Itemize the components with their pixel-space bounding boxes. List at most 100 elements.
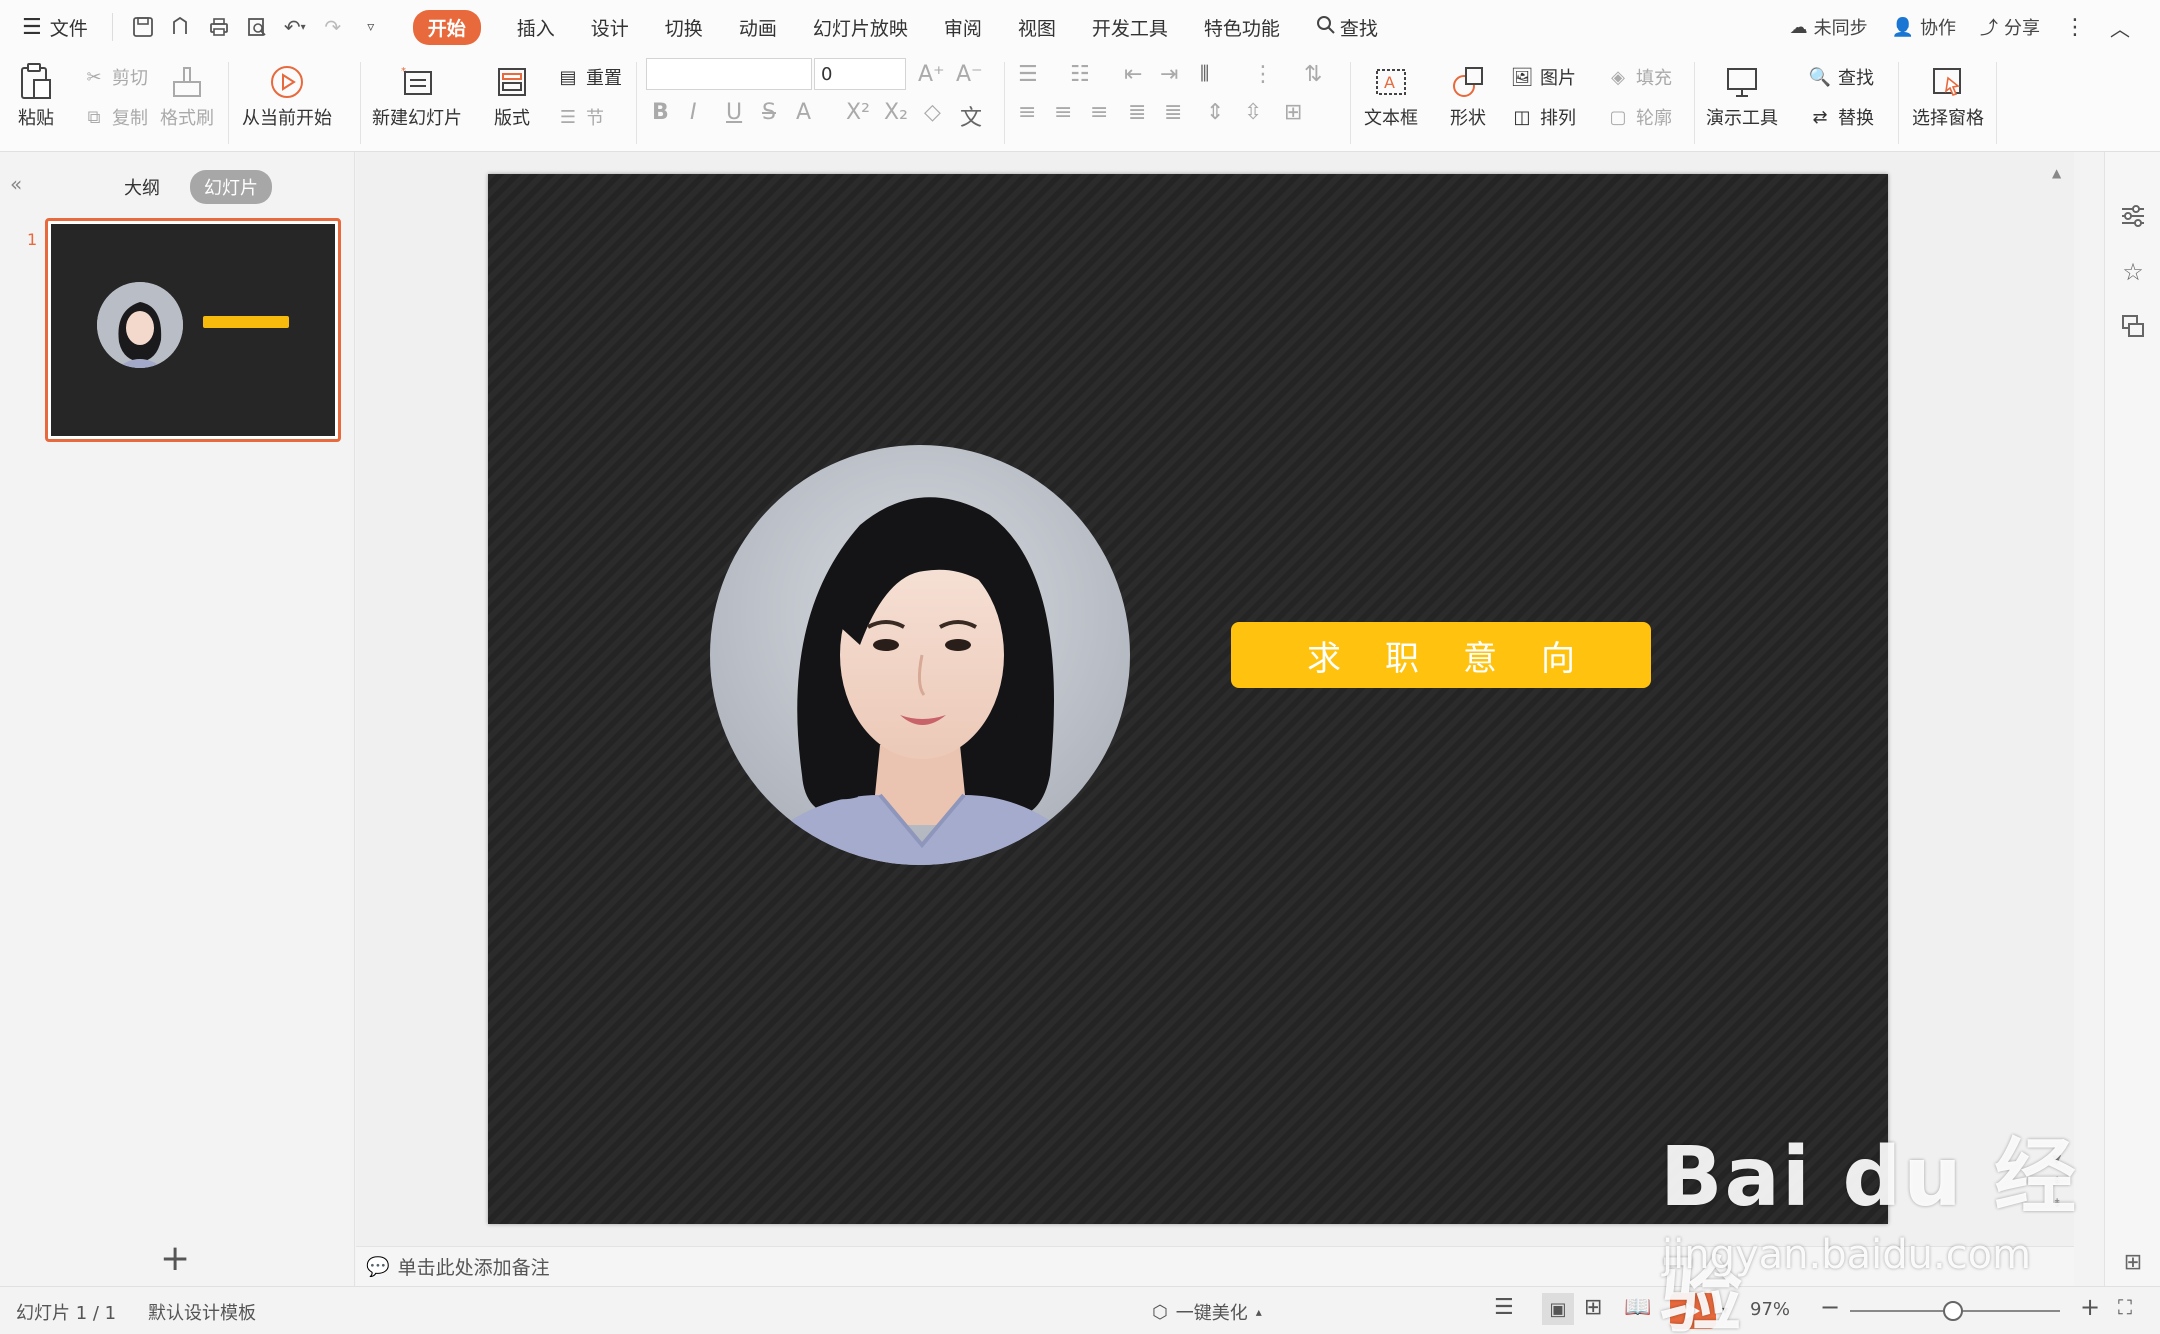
animation-star-icon[interactable]: ☆: [2117, 256, 2149, 288]
ribbon: 粘贴 ✂ 剪切 ⧉ 复制 格式刷 从当前开始 * 新建幻灯片 版式 ▤ 重置 ☰…: [0, 54, 2160, 152]
transition-icon[interactable]: [2117, 310, 2149, 342]
tab-special[interactable]: 特色功能: [1186, 0, 1298, 54]
present-tools-button[interactable]: 演示工具: [1706, 60, 1778, 130]
normal-view-icon[interactable]: ▣: [1542, 1293, 1574, 1325]
format-painter-button[interactable]: 格式刷: [160, 60, 214, 130]
find-button[interactable]: 🔍 查找: [1808, 64, 1874, 90]
tab-view[interactable]: 视图: [1000, 0, 1074, 54]
fill-button[interactable]: ◈ 填充: [1606, 64, 1672, 90]
undo-icon[interactable]: ↶ ▾: [279, 11, 311, 43]
template-name[interactable]: 默认设计模板: [148, 1299, 256, 1325]
bullet-list-icon[interactable]: ☰: [1018, 62, 1038, 87]
file-menu[interactable]: ☰ 文件: [0, 0, 106, 54]
font-name-dropdown[interactable]: [646, 58, 812, 90]
add-slide-icon[interactable]: +: [160, 1238, 190, 1279]
tab-slides[interactable]: 幻灯片: [190, 170, 272, 204]
copy-button[interactable]: ⧉ 复制: [82, 104, 148, 130]
align-text-icon[interactable]: ⇳: [1244, 100, 1262, 125]
search-command[interactable]: 查找: [1298, 0, 1396, 54]
tab-transition[interactable]: 切换: [647, 0, 721, 54]
new-slide-button[interactable]: * 新建幻灯片: [372, 60, 462, 130]
font-color-icon[interactable]: A: [796, 100, 811, 125]
paste-button[interactable]: 粘贴: [14, 60, 58, 130]
subscript-icon[interactable]: X₂: [884, 100, 908, 125]
sync-status[interactable]: ☁ 未同步: [1780, 14, 1878, 40]
slide-thumbnail[interactable]: [45, 218, 341, 442]
increase-indent-icon[interactable]: ⇥: [1160, 62, 1178, 87]
align-center-icon[interactable]: ≡: [1054, 100, 1072, 125]
reading-view-icon[interactable]: 📖: [1624, 1295, 1651, 1320]
numbered-list-icon[interactable]: ☷: [1070, 62, 1090, 87]
print-icon[interactable]: [203, 11, 235, 43]
replace-button[interactable]: ⇄ 替换: [1808, 104, 1874, 130]
slide-canvas[interactable]: 求职意向: [488, 174, 1888, 1224]
decrease-indent-icon[interactable]: ⇤: [1124, 62, 1142, 87]
picture-button[interactable]: 🖼 图片: [1510, 64, 1576, 90]
outline-button[interactable]: ▢ 轮廓: [1606, 104, 1672, 130]
tab-review[interactable]: 审阅: [926, 0, 1000, 54]
menu-bar: ☰ 文件 ↶ ▾ ↷ ▿ 开始 插入 设计 切换 动画 幻灯片放映 审阅 视图 开…: [0, 0, 2160, 54]
cut-button[interactable]: ✂ 剪切: [82, 64, 148, 90]
paragraph-spacing-icon[interactable]: ⇕: [1206, 100, 1224, 125]
section-button[interactable]: ☰ 节: [556, 104, 604, 130]
slide-title-bar[interactable]: 求职意向: [1231, 622, 1651, 688]
align-left-icon[interactable]: ≡: [1018, 100, 1036, 125]
tab-animation[interactable]: 动画: [721, 0, 795, 54]
char-spacing-icon[interactable]: 文: [960, 100, 982, 132]
from-current-button[interactable]: 从当前开始: [242, 60, 332, 130]
underline-icon[interactable]: U: [726, 100, 742, 125]
shrink-font-icon[interactable]: A⁻: [956, 62, 983, 87]
properties-icon[interactable]: [2117, 200, 2149, 232]
redo-icon[interactable]: ↷: [317, 11, 349, 43]
grow-font-icon[interactable]: A⁺: [918, 62, 945, 87]
replace-label: 替换: [1838, 108, 1874, 129]
text-direction-icon[interactable]: ⇅: [1304, 62, 1322, 87]
notes-icon: 💬: [366, 1256, 390, 1278]
arrange-button[interactable]: ◫ 排列: [1510, 104, 1576, 130]
distribute-icon[interactable]: ≣: [1164, 100, 1182, 125]
scroll-up-icon[interactable]: ▲: [2052, 166, 2061, 180]
tab-outline[interactable]: 大纲: [110, 170, 174, 204]
shape-button[interactable]: 形状: [1446, 60, 1490, 130]
replace-icon: ⇄: [1812, 106, 1828, 128]
tab-insert-label: 插入: [516, 17, 555, 40]
more-icon[interactable]: ⋮: [2054, 15, 2096, 40]
collab-button[interactable]: 👤 协作: [1882, 14, 1966, 40]
tab-animation-label: 动画: [738, 17, 777, 40]
export-icon[interactable]: [165, 11, 197, 43]
strikethrough-icon[interactable]: S: [762, 100, 776, 125]
print-preview-icon[interactable]: [241, 11, 273, 43]
layout-button[interactable]: 版式: [490, 60, 534, 130]
tab-design[interactable]: 设计: [573, 0, 647, 54]
share-button[interactable]: ⤴ 分享: [1970, 14, 2050, 40]
tab-developer-label: 开发工具: [1091, 17, 1168, 40]
save-icon[interactable]: [127, 11, 159, 43]
tab-home[interactable]: 开始: [395, 0, 499, 54]
tab-developer[interactable]: 开发工具: [1074, 0, 1186, 54]
tab-insert[interactable]: 插入: [499, 0, 573, 54]
clear-format-icon[interactable]: ◇: [924, 100, 941, 125]
portrait-image[interactable]: [710, 445, 1130, 865]
vertical-scrollbar[interactable]: ▲ ▼ ⇞ ⇟: [2046, 152, 2074, 1246]
reset-button[interactable]: ▤ 重置: [556, 64, 622, 90]
columns-icon[interactable]: ⫴: [1200, 62, 1209, 87]
notes-toggle-icon[interactable]: ☰: [1494, 1295, 1514, 1320]
superscript-icon[interactable]: X²: [846, 100, 870, 125]
align-right-icon[interactable]: ≡: [1090, 100, 1108, 125]
line-spacing-icon[interactable]: ⋮: [1252, 62, 1274, 87]
paint-bucket-icon: ◈: [1611, 66, 1625, 88]
cut-label: 剪切: [112, 68, 148, 89]
textbox-button[interactable]: A 文本框: [1364, 60, 1418, 130]
tab-slideshow[interactable]: 幻灯片放映: [795, 0, 926, 54]
customize-qat-icon[interactable]: ▿: [355, 11, 387, 43]
collapse-panel-icon[interactable]: «: [10, 172, 22, 196]
justify-icon[interactable]: ≣: [1128, 100, 1146, 125]
bold-icon[interactable]: B: [652, 100, 669, 125]
sorter-view-icon[interactable]: ⊞: [1584, 1295, 1602, 1320]
smartart-icon[interactable]: ⊞: [1284, 100, 1302, 125]
beautify-button[interactable]: ⬡ 一键美化 ▴: [1152, 1299, 1262, 1325]
font-size-dropdown[interactable]: 0: [814, 58, 906, 90]
select-pane-button[interactable]: 选择窗格: [1912, 60, 1984, 130]
italic-icon[interactable]: I: [690, 100, 697, 125]
collapse-ribbon-icon[interactable]: ︿: [2100, 13, 2140, 42]
